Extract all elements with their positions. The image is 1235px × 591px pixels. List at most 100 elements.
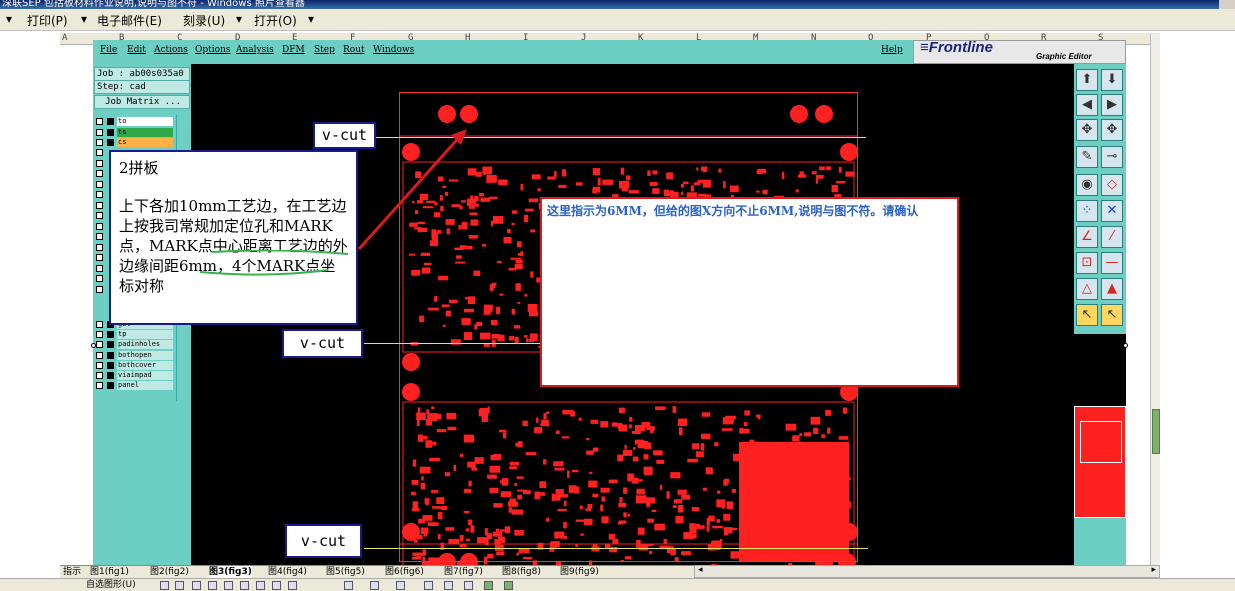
vertical-scrollbar-thumb[interactable] bbox=[1152, 409, 1160, 454]
maximize-button[interactable] bbox=[1219, 0, 1235, 9]
layer-name: viaimpad bbox=[117, 371, 173, 380]
layer-name: padinholes bbox=[117, 340, 173, 350]
note-panelization-body: 上下各加10mm工艺边，在工艺边上按我司常规加定位孔和MARK点，MARK点中心… bbox=[119, 197, 348, 295]
autoshapes-menu[interactable]: 自选图形(U) bbox=[86, 579, 136, 591]
arrow-tool-icon[interactable] bbox=[175, 581, 184, 590]
layer-checkbox bbox=[96, 361, 103, 369]
fl-menu-analysis: Analysis bbox=[236, 45, 274, 55]
menu-email[interactable]: 电子邮件(E) bbox=[97, 12, 162, 29]
drawing-toolbar: 自选图形(U) bbox=[0, 578, 1235, 591]
fl-menu-dfm: DFM bbox=[282, 45, 305, 55]
fl-menu-windows: Windows bbox=[373, 45, 415, 55]
image-resize-handle[interactable] bbox=[91, 343, 96, 348]
vcut-label-bottom: v-cut bbox=[285, 524, 362, 558]
line-style-icon[interactable] bbox=[424, 581, 433, 590]
layer-row: panel bbox=[95, 381, 173, 391]
viewer-menubar: ▾ 打印(P) ▾ 电子邮件(E) 刻录(U) ▾ 打开(O) ▾ bbox=[0, 9, 1235, 31]
pointer-tool-icon: ↖ bbox=[1076, 304, 1098, 326]
tool-icon: ✥ bbox=[1076, 119, 1098, 141]
menu-print-arrow[interactable]: ▾ bbox=[81, 12, 87, 26]
tool-icon: ∠ bbox=[1076, 226, 1098, 248]
oval-tool-icon[interactable] bbox=[208, 581, 217, 590]
sheet-tab-fig8[interactable]: 图8(fig8) bbox=[502, 566, 541, 578]
layer-row: cs bbox=[95, 138, 173, 147]
vcut-label-top: v-cut bbox=[313, 122, 376, 149]
font-color-icon[interactable] bbox=[396, 581, 405, 590]
window-title-bar: 深联SEP 包括板材料作业说明,说明与图不符 - Windows 照片查看器 bbox=[0, 0, 1235, 9]
sheet-tab-fig6[interactable]: 图6(fig6) bbox=[385, 566, 424, 578]
layer-name: bothopen bbox=[117, 350, 173, 360]
note-mismatch: 这里指示为6MM，但给的图X方向不止6MM,说明与图不符。请确认 bbox=[540, 197, 959, 387]
vcut-line-bottom bbox=[364, 548, 868, 549]
horizontal-scrollbar[interactable]: ◂ ▸ bbox=[694, 565, 1160, 578]
column-header[interactable]: A bbox=[62, 33, 67, 43]
layer-swatch bbox=[107, 372, 114, 379]
image-resize-handle[interactable] bbox=[1123, 343, 1128, 348]
scroll-right-arrow-icon[interactable]: ▸ bbox=[1151, 565, 1156, 575]
sheet-tab-fig4[interactable]: 图4(fig4) bbox=[268, 566, 307, 578]
menu-open[interactable]: 打开(O) bbox=[254, 12, 297, 29]
layer-checkbox bbox=[96, 159, 103, 167]
layer-checkbox bbox=[96, 118, 103, 125]
layer-swatch bbox=[107, 361, 114, 369]
tool-icon: ◉ bbox=[1076, 174, 1098, 196]
pointer-tool-icon: ↖ bbox=[1101, 304, 1123, 326]
3d-style-icon[interactable] bbox=[504, 581, 513, 590]
menu-burn[interactable]: 刻录(U) bbox=[183, 12, 225, 29]
job-label: Job : ab00s035a0 bbox=[94, 67, 190, 81]
sheet-tab-fig9[interactable]: 图9(fig9) bbox=[560, 566, 599, 578]
layer-name: tp bbox=[117, 330, 173, 340]
dash-style-icon[interactable] bbox=[444, 581, 453, 590]
frontline-overview-map bbox=[1074, 406, 1126, 518]
arrow-style-icon[interactable] bbox=[464, 581, 473, 590]
sheet-tab-instructions[interactable]: 指示 bbox=[63, 566, 81, 578]
scroll-left-arrow-icon[interactable]: ◂ bbox=[698, 565, 703, 575]
layer-row: to bbox=[95, 117, 173, 126]
fl-menu-options: Options bbox=[195, 45, 231, 55]
layer-checkbox bbox=[96, 285, 103, 293]
diagram-tool-icon[interactable] bbox=[256, 581, 265, 590]
menu-open-arrow[interactable]: ▾ bbox=[308, 12, 314, 26]
fl-menu-rout: Rout bbox=[343, 45, 365, 55]
tool-icon: ◇ bbox=[1101, 174, 1123, 196]
layer-checkbox bbox=[96, 341, 103, 349]
layer-checkbox bbox=[96, 212, 103, 219]
vertical-scrollbar[interactable] bbox=[1150, 34, 1160, 565]
layer-name: ts bbox=[117, 127, 173, 137]
fl-menu-edit: Edit bbox=[127, 45, 146, 55]
fl-menu-help: Help bbox=[881, 45, 903, 55]
sheet-tab-fig2[interactable]: 图2(fig2) bbox=[150, 566, 189, 578]
wordart-tool-icon[interactable] bbox=[240, 581, 249, 590]
line-color-icon[interactable] bbox=[370, 581, 379, 590]
note-panelization-heading: 2拼板 bbox=[119, 159, 159, 177]
sheet-tab-fig3[interactable]: 图3(fig3) bbox=[209, 566, 252, 578]
line-tool-icon[interactable] bbox=[160, 581, 169, 590]
sheet-tab-fig5[interactable]: 图5(fig5) bbox=[326, 566, 365, 578]
clipart-tool-icon[interactable] bbox=[272, 581, 281, 590]
tool-icon: ⁄ bbox=[1101, 226, 1123, 248]
vcut-label-middle: v-cut bbox=[282, 329, 363, 358]
menu-dropdown-arrow[interactable]: ▾ bbox=[6, 12, 12, 26]
layer-swatch bbox=[107, 331, 114, 339]
menu-print[interactable]: 打印(P) bbox=[27, 12, 68, 29]
fill-color-icon[interactable] bbox=[344, 581, 353, 590]
tool-icon: △ bbox=[1076, 278, 1098, 300]
layer-swatch bbox=[107, 118, 114, 125]
frontline-brand: ≡Frontline Graphic Editor bbox=[913, 39, 1126, 64]
layer-checkbox bbox=[96, 201, 103, 209]
layer-checkbox bbox=[96, 382, 103, 390]
layer-checkbox bbox=[96, 264, 103, 272]
textbox-tool-icon[interactable] bbox=[224, 581, 233, 590]
sheet-tab-fig1[interactable]: 图1(fig1) bbox=[90, 566, 129, 578]
picture-tool-icon[interactable] bbox=[288, 581, 297, 590]
layer-name: to bbox=[117, 117, 173, 126]
sheet-tab-fig7[interactable]: 图7(fig7) bbox=[444, 566, 483, 578]
rectangle-tool-icon[interactable] bbox=[192, 581, 201, 590]
layer-checkbox bbox=[96, 372, 103, 379]
layer-name: bothcover bbox=[117, 360, 173, 370]
layer-checkbox bbox=[96, 128, 103, 136]
menu-burn-arrow[interactable]: ▾ bbox=[236, 12, 242, 26]
layer-checkbox bbox=[96, 180, 103, 188]
shadow-style-icon[interactable] bbox=[484, 581, 493, 590]
fl-menu-step: Step bbox=[314, 45, 335, 55]
